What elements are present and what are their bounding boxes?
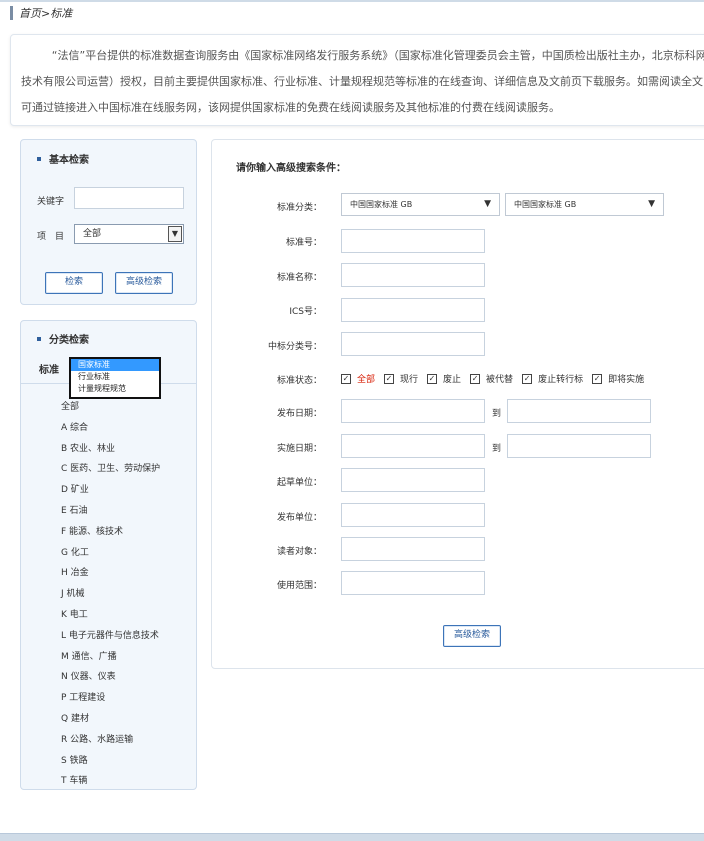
- category-item[interactable]: M 通信、广播: [61, 647, 160, 668]
- category-item[interactable]: Q 建材: [61, 709, 160, 730]
- implement-date-to-label: 到: [492, 444, 502, 454]
- category-item[interactable]: C 医药、卫生、劳动保护: [61, 459, 160, 480]
- category-item[interactable]: 全部: [61, 397, 160, 418]
- standard-number-input[interactable]: [341, 229, 485, 253]
- category-item[interactable]: R 公路、水路运输: [61, 730, 160, 751]
- checkbox-checked-icon[interactable]: ✓: [427, 373, 438, 384]
- publisher-label: 发布单位：: [276, 513, 322, 523]
- status-option-upcoming[interactable]: ✓ 即将实施: [592, 372, 644, 385]
- advanced-search-panel: 请你输入高级搜索条件： 标准分类： 中国国家标准 GB ▼ 中国国家标准 GB …: [211, 139, 704, 669]
- category-search-title: 分类检索: [37, 331, 89, 346]
- breadcrumb-current: 标准: [50, 7, 73, 20]
- checkbox-checked-icon[interactable]: ✓: [470, 373, 481, 384]
- ics-label: ICS号：: [289, 307, 322, 317]
- category-item[interactable]: E 石油: [61, 501, 160, 522]
- category-item[interactable]: H 冶金: [61, 563, 160, 584]
- category-select-1[interactable]: 中国国家标准 GB ▼: [341, 193, 500, 216]
- advanced-search-title: 请你输入高级搜索条件：: [236, 163, 346, 174]
- category-select-2[interactable]: 中国国家标准 GB ▼: [505, 193, 664, 216]
- standard-name-label: 标准名称：: [276, 273, 322, 283]
- category-item[interactable]: B 农业、林业: [61, 439, 160, 460]
- category-item[interactable]: J 机械: [61, 584, 160, 605]
- category-item[interactable]: P 工程建设: [61, 688, 160, 709]
- category-item[interactable]: L 电子元器件与信息技术: [61, 626, 160, 647]
- status-option-replaced[interactable]: ✓ 被代替: [470, 372, 513, 385]
- category-item[interactable]: A 综合: [61, 418, 160, 439]
- category-item[interactable]: S 铁路: [61, 751, 160, 772]
- publish-date-to-label: 到: [492, 409, 502, 419]
- drafter-input[interactable]: [341, 468, 485, 492]
- audience-input[interactable]: [341, 537, 485, 561]
- chevron-down-icon[interactable]: ▼: [168, 226, 182, 242]
- basic-search-panel: 基本检索 关键字 项 目 全部 ▼ 检索 高级检索: [20, 139, 197, 305]
- category-item[interactable]: N 仪器、仪表: [61, 667, 160, 688]
- implement-date-to-input[interactable]: [507, 434, 651, 458]
- basic-search-title: 基本检索: [37, 151, 89, 166]
- publish-date-to-input[interactable]: [507, 399, 651, 423]
- breadcrumb-home[interactable]: 首页: [19, 5, 41, 21]
- category-item[interactable]: D 矿业: [61, 480, 160, 501]
- item-select-value: 全部: [83, 229, 102, 239]
- implement-date-from-input[interactable]: [341, 434, 485, 458]
- category-item[interactable]: T 车辆: [61, 771, 160, 789]
- publisher-input[interactable]: [341, 503, 485, 527]
- dropdown-option-metrology[interactable]: 计量规程规范: [71, 383, 159, 395]
- intro-box: “法信”平台提供的标准数据查询服务由《国家标准网络发行服务系统》（国家标准化管理…: [10, 34, 704, 126]
- item-select[interactable]: 全部 ▼: [74, 224, 184, 244]
- top-strip: [0, 0, 704, 2]
- status-option-converted[interactable]: ✓ 废止转行标: [522, 372, 583, 385]
- ccs-label: 中标分类号：: [267, 342, 322, 352]
- search-button[interactable]: 检索: [45, 272, 103, 294]
- category-label: 标准分类：: [276, 203, 322, 213]
- category-search-panel: 分类检索 标准 国家标准 行业标准 计量规程规范 全部 A 综合 B 农业、林业…: [20, 320, 197, 790]
- status-label: 标准状态：: [276, 376, 322, 386]
- title-marker-icon: [37, 156, 41, 161]
- breadcrumb-separator: >: [41, 6, 51, 20]
- drafter-label: 起草单位：: [276, 478, 322, 488]
- category-item[interactable]: G 化工: [61, 543, 160, 564]
- title-marker-icon: [37, 336, 41, 341]
- implement-date-label: 实施日期：: [276, 444, 322, 454]
- scope-input[interactable]: [341, 571, 485, 595]
- status-option-all[interactable]: ✓ 全部: [341, 372, 375, 385]
- checkbox-checked-icon[interactable]: ✓: [522, 373, 533, 384]
- intro-text: “法信”平台提供的标准数据查询服务由《国家标准网络发行服务系统》（国家标准化管理…: [21, 49, 704, 114]
- advanced-search-link-button[interactable]: 高级检索: [115, 272, 173, 294]
- standard-number-label: 标准号：: [285, 238, 322, 248]
- ics-input[interactable]: [341, 298, 485, 322]
- standard-type-dropdown[interactable]: 国家标准 行业标准 计量规程规范: [69, 357, 161, 399]
- category-list: 全部 A 综合 B 农业、林业 C 医药、卫生、劳动保护 D 矿业 E 石油 F…: [61, 397, 160, 789]
- standard-type-label: 标准: [39, 365, 59, 376]
- category-item[interactable]: K 电工: [61, 605, 160, 626]
- breadcrumb-marker: [10, 6, 13, 20]
- keyword-input[interactable]: [74, 187, 184, 209]
- standard-name-input[interactable]: [341, 263, 485, 287]
- keyword-label: 关键字: [37, 197, 65, 207]
- bottom-strip: [0, 833, 704, 841]
- checkbox-checked-icon[interactable]: ✓: [384, 373, 395, 384]
- item-label: 项 目: [37, 232, 65, 242]
- status-checkboxes: ✓ 全部 ✓ 现行 ✓ 废止 ✓ 被代替 ✓ 废止转行标 ✓ 即将实施: [341, 372, 653, 385]
- status-option-current[interactable]: ✓ 现行: [384, 372, 418, 385]
- checkbox-checked-icon[interactable]: ✓: [341, 373, 351, 384]
- scope-label: 使用范围：: [276, 581, 322, 591]
- audience-label: 读者对象：: [276, 547, 322, 557]
- status-option-abolished[interactable]: ✓ 废止: [427, 372, 461, 385]
- dropdown-option-industry[interactable]: 行业标准: [71, 371, 159, 383]
- caret-down-icon: ▼: [648, 199, 655, 209]
- caret-down-icon: ▼: [484, 199, 491, 209]
- publish-date-label: 发布日期：: [276, 409, 322, 419]
- advanced-search-submit-button[interactable]: 高级检索: [443, 625, 501, 647]
- category-item[interactable]: F 能源、核技术: [61, 522, 160, 543]
- checkbox-checked-icon[interactable]: ✓: [592, 373, 603, 384]
- publish-date-from-input[interactable]: [341, 399, 485, 423]
- ccs-input[interactable]: [341, 332, 485, 356]
- breadcrumb: 首页 > 标准: [10, 4, 72, 22]
- dropdown-option-national[interactable]: 国家标准: [71, 359, 159, 371]
